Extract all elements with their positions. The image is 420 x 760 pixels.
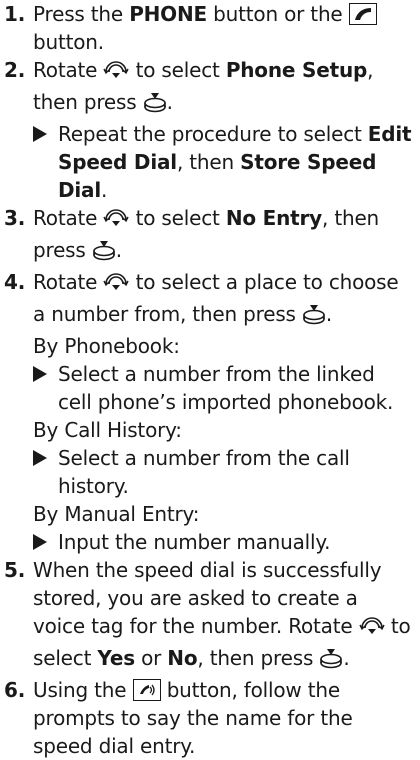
- option-label: By Manual Entry:: [33, 502, 200, 526]
- step-text: Rotate: [33, 58, 104, 82]
- note-text: Select a number from the linked cell pho…: [58, 362, 394, 414]
- step-number: 5.: [4, 558, 26, 582]
- step-number: 3.: [4, 206, 26, 230]
- step-text: Press the: [33, 2, 130, 26]
- menu-item-label: Phone Setup: [225, 58, 368, 82]
- sub-note: Select a number from the linked cell pho…: [33, 360, 414, 416]
- triangle-bullet-icon: [33, 534, 47, 550]
- step-6: 6. Using the button, follow the prompts …: [4, 676, 414, 760]
- rotate-knob-icon: [103, 207, 130, 236]
- note-text: Input the number manually.: [58, 530, 331, 554]
- step-text: .: [325, 302, 333, 326]
- option-yes-label: Yes: [97, 646, 135, 670]
- press-knob-icon: [92, 239, 116, 268]
- triangle-bullet-icon: [33, 366, 47, 382]
- sub-note: Repeat the procedure to select Edit Spee…: [33, 120, 414, 204]
- triangle-bullet-icon: [33, 126, 47, 142]
- step-4: 4. Rotate to select a place to choose a …: [4, 268, 414, 556]
- step-2: 2. Rotate to select Phone Setup, then pr…: [4, 56, 414, 204]
- step-text: .: [166, 90, 173, 114]
- step-text: Rotate: [33, 270, 104, 294]
- phone-icon: [348, 3, 377, 25]
- step-number: 2.: [4, 58, 26, 82]
- note-text: Repeat the procedure to select: [58, 122, 368, 146]
- step-3: 3. Rotate to select No Entry, then press…: [4, 204, 414, 268]
- option-label: By Call History:: [33, 418, 182, 442]
- note-text: Select a number from the call history.: [58, 446, 350, 498]
- sub-note: Input the number manually.: [33, 528, 414, 556]
- step-1: 1. Press the PHONE button or the button.: [4, 0, 414, 56]
- instruction-page: 1. Press the PHONE button or the button.…: [0, 0, 420, 758]
- step-text: Rotate: [33, 206, 104, 230]
- note-text: , then: [176, 150, 241, 174]
- press-knob-icon: [143, 91, 167, 120]
- option-label: By Phonebook:: [33, 334, 180, 358]
- phone-button-label: PHONE: [129, 2, 207, 26]
- step-5: 5. When the speed dial is successfully s…: [4, 556, 414, 676]
- step-text: Using the: [33, 678, 133, 702]
- step-text: to select: [129, 206, 226, 230]
- menu-item-label: No Entry: [225, 206, 323, 230]
- note-text: .: [101, 178, 108, 202]
- step-text: When the speed dial is successfully stor…: [33, 558, 382, 638]
- step-text: , then press: [197, 646, 320, 670]
- step-number: 6.: [4, 678, 26, 702]
- talk-button-icon: [132, 679, 161, 701]
- step-text: .: [115, 238, 122, 262]
- step-text: button or the: [207, 2, 349, 26]
- step-text: or: [134, 646, 168, 670]
- option-no-label: No: [167, 646, 198, 670]
- rotate-knob-icon: [103, 271, 130, 300]
- triangle-bullet-icon: [33, 450, 47, 466]
- step-text: button.: [33, 30, 104, 54]
- sub-note: Select a number from the call history.: [33, 444, 414, 500]
- step-number: 4.: [4, 270, 26, 294]
- step-number: 1.: [4, 2, 26, 26]
- press-knob-icon: [319, 647, 343, 676]
- press-knob-icon: [302, 303, 326, 332]
- step-text: .: [343, 646, 350, 670]
- step-text: to select: [129, 58, 226, 82]
- rotate-knob-icon: [103, 59, 130, 88]
- rotate-knob-icon: [359, 615, 385, 644]
